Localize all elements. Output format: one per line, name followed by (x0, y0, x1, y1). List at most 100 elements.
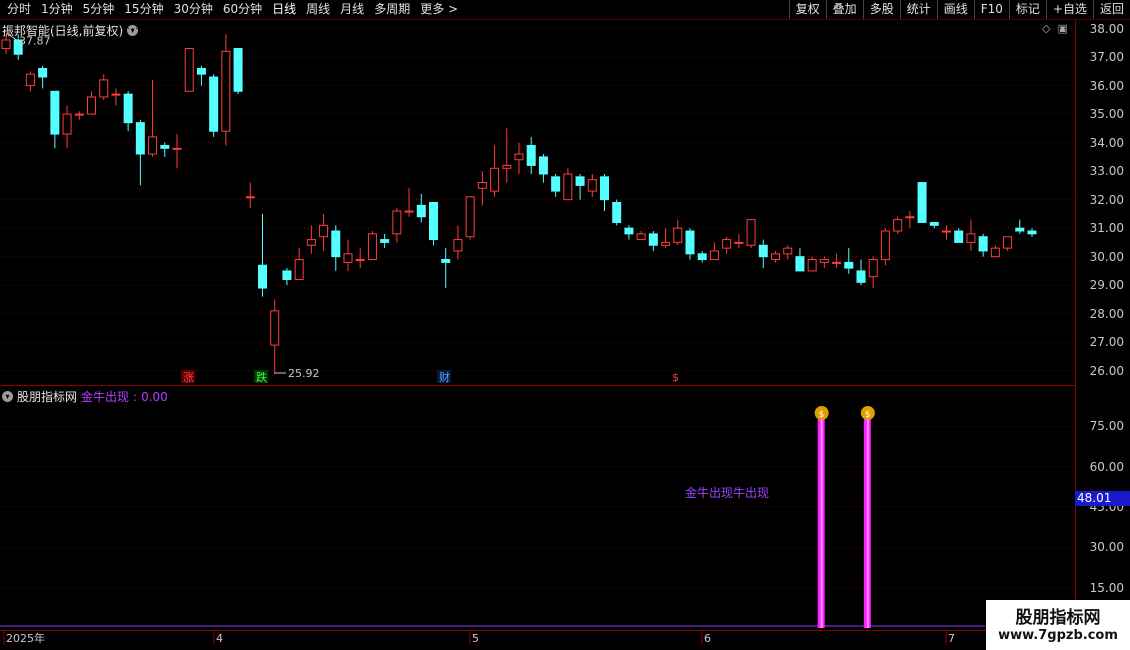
indicator-colon: : (133, 389, 138, 404)
candle-body (490, 167, 500, 192)
indicator-title-bar: ▾ 股朋指标网 金牛出现 : 0.00 (2, 388, 168, 405)
candle-body (74, 113, 84, 116)
indicator-current-value: 48.01 (1075, 490, 1130, 506)
candle-body (453, 239, 463, 252)
candle-body (172, 147, 182, 150)
candle-body (282, 270, 292, 280)
candle-body (331, 230, 341, 258)
candle-body (868, 259, 878, 278)
candle-body (661, 241, 671, 246)
candle-body (807, 259, 817, 272)
candle-body (575, 176, 585, 186)
candle-body (99, 79, 109, 98)
candle-body (123, 93, 133, 124)
candle-body (563, 173, 573, 201)
candle-body (722, 239, 732, 249)
candle-body (319, 224, 329, 238)
price-tick: 27.00 (1089, 335, 1124, 350)
candle-body (771, 253, 780, 261)
price-tick: 32.00 (1089, 192, 1124, 207)
candle-body (221, 50, 231, 132)
candle-body (196, 67, 206, 75)
candle-body (636, 233, 646, 241)
signal-spike-highlight (866, 414, 869, 628)
time-tick-1: 4 (216, 632, 223, 645)
candle-body (624, 227, 634, 235)
indicator-axis: 75.00 60.00 45.00 30.00 15.00 48.01 (1075, 386, 1130, 630)
candle-body (184, 48, 194, 92)
chart-canvas: 37.87 25.92 涨 跌 财 $ $ $ 金牛出现牛出现 2025年 4 5 6 7 (0, 28, 1076, 645)
candle-body (38, 67, 48, 78)
candle-body (62, 113, 72, 135)
candle-body (404, 210, 414, 213)
event-badge-1: 跌 (256, 370, 267, 384)
candle-body (673, 227, 683, 243)
candle-body (734, 241, 744, 244)
candle-body (367, 233, 377, 261)
candle-body (685, 230, 695, 255)
price-tick: 31.00 (1089, 221, 1124, 236)
price-tick: 35.00 (1089, 107, 1124, 122)
candle-body (832, 261, 842, 264)
indicator-name[interactable]: 股朋指标网 (17, 388, 77, 405)
candle-body (233, 48, 243, 92)
high-label: 37.87 (19, 34, 51, 47)
candle-body (893, 219, 903, 232)
price-tick: 30.00 (1089, 249, 1124, 264)
price-tick: 38.00 (1089, 21, 1124, 36)
candle-body (856, 270, 866, 283)
low-label: 25.92 (288, 367, 320, 380)
candle-body (465, 196, 475, 238)
candle-body (929, 221, 939, 226)
candle-body (441, 259, 451, 263)
price-tick: 36.00 (1089, 78, 1124, 93)
price-axis: 38.00 37.00 36.00 35.00 34.00 33.00 32.00 31.00… (1075, 20, 1130, 385)
watermark-title: 股朋指标网 (1015, 608, 1101, 628)
candle-body (245, 196, 255, 199)
indicator-tick: 75.00 (1089, 419, 1124, 434)
candle-body (148, 136, 158, 155)
candle-body (746, 219, 756, 246)
money-bag-glyph: $ (865, 410, 871, 420)
candle-body (1003, 236, 1013, 249)
candle-body (514, 153, 524, 161)
indicator-overlay-text: 金牛出现牛出现 (685, 485, 769, 500)
candle-body (1015, 227, 1025, 232)
indicator-tick: 30.00 (1089, 540, 1124, 555)
chevron-down-icon[interactable]: ▾ (2, 391, 13, 402)
indicator-tick: 15.00 (1089, 580, 1124, 595)
candle-body (990, 247, 1000, 258)
candle-body (87, 96, 96, 115)
price-tick: 37.00 (1089, 50, 1124, 65)
price-tick: 29.00 (1089, 278, 1124, 293)
event-badge-0: 涨 (183, 371, 194, 384)
candle-body (294, 259, 304, 280)
candle-body (477, 182, 487, 189)
time-tick-2: 5 (472, 632, 479, 645)
candle-body (50, 90, 60, 135)
candle-body (135, 122, 145, 155)
price-tick: 28.00 (1089, 306, 1124, 321)
candle-body (270, 310, 280, 346)
candle-body (612, 202, 622, 223)
candle-body (954, 230, 964, 243)
time-tick-3: 6 (704, 632, 711, 645)
indicator-tick: 60.00 (1089, 459, 1124, 474)
signal-spike-highlight (820, 414, 823, 628)
money-bag-glyph: $ (819, 410, 825, 420)
candle-body (844, 261, 854, 269)
candle-body (209, 76, 219, 132)
candle-body (917, 182, 927, 223)
candle-body (502, 164, 512, 169)
high-pointer (6, 32, 18, 41)
candle-body (966, 233, 976, 243)
candle-body (880, 230, 890, 261)
tool-button-8[interactable]: 返回 (1092, 0, 1130, 19)
candle-body (355, 259, 365, 262)
candle-body (111, 93, 121, 96)
indicator-value: 0.00 (141, 389, 168, 404)
candle-body (380, 239, 390, 243)
indicator-field: 金牛出现 (81, 390, 130, 404)
watermark: 股朋指标网 www.7gpzb.com (986, 600, 1130, 650)
candle-body (795, 256, 805, 272)
